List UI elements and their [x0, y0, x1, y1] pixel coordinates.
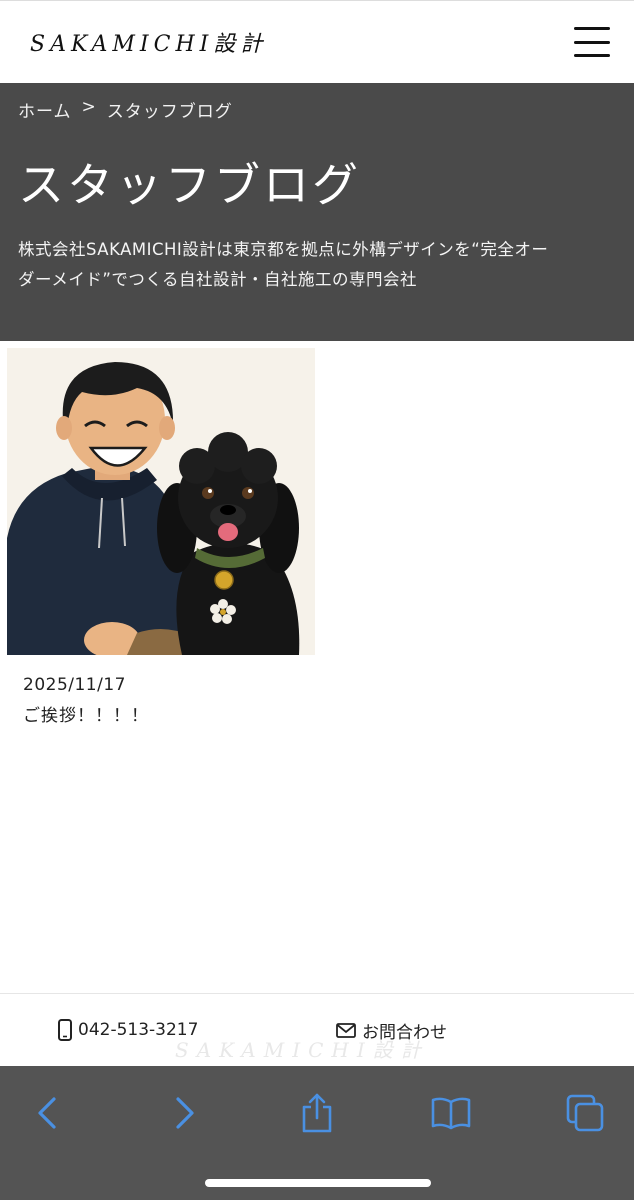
site-logo[interactable]: SAKAMICHI設計	[30, 26, 267, 58]
post-title-link[interactable]: ご挨拶！！！！	[23, 701, 315, 726]
share-icon	[302, 1093, 332, 1133]
home-indicator[interactable]	[205, 1179, 431, 1187]
mail-icon	[336, 1022, 356, 1038]
tabs-button[interactable]	[560, 1088, 610, 1138]
breadcrumb-current: スタッフブログ	[106, 102, 233, 122]
page-description-line-1: 株式会社SAKAMICHI設計は東京都を拠点に外構デザインを“完全オー	[18, 239, 549, 259]
bookmarks-button[interactable]	[426, 1088, 476, 1138]
breadcrumb-home[interactable]: ホーム	[18, 97, 72, 122]
contact-bar: SAKAMICHI設計 042-513-3217 お問合わせ	[0, 993, 634, 1066]
share-button[interactable]	[292, 1088, 342, 1138]
page-title: スタッフブログ	[18, 158, 361, 212]
back-icon	[38, 1097, 56, 1129]
inquiry-label: お問合わせ	[362, 1022, 447, 1043]
tabs-icon	[566, 1094, 604, 1132]
phone-number: 042-513-3217	[78, 1020, 199, 1040]
forward-icon	[176, 1097, 194, 1129]
forward-button[interactable]	[160, 1088, 210, 1138]
page-description: 株式会社SAKAMICHI設計は東京都を拠点に外構デザインを“完全オー ダーメイ…	[18, 235, 616, 296]
breadcrumb: ホーム > スタッフブログ	[18, 97, 616, 122]
browser-toolbar	[0, 1066, 634, 1200]
page-description-line-2: ダーメイド”でつくる自社設計・自社施工の専門会社	[18, 270, 418, 290]
bookmarks-icon	[431, 1097, 471, 1130]
back-button[interactable]	[22, 1088, 72, 1138]
breadcrumb-separator: >	[81, 97, 97, 117]
inquiry-link[interactable]: お問合わせ	[336, 1018, 447, 1043]
page-hero: ホーム > スタッフブログ スタッフブログ 株式会社SAKAMICHI設計は東京…	[0, 83, 634, 341]
blog-post-card[interactable]: 2025/11/17 ご挨拶！！！！	[7, 348, 315, 726]
site-header: SAKAMICHI設計	[0, 0, 634, 83]
post-thumbnail-illustration[interactable]	[7, 348, 315, 655]
phone-link[interactable]: 042-513-3217	[58, 1019, 198, 1041]
phone-icon	[58, 1019, 72, 1041]
hamburger-menu-icon[interactable]	[574, 27, 610, 57]
post-date: 2025/11/17	[23, 675, 126, 695]
